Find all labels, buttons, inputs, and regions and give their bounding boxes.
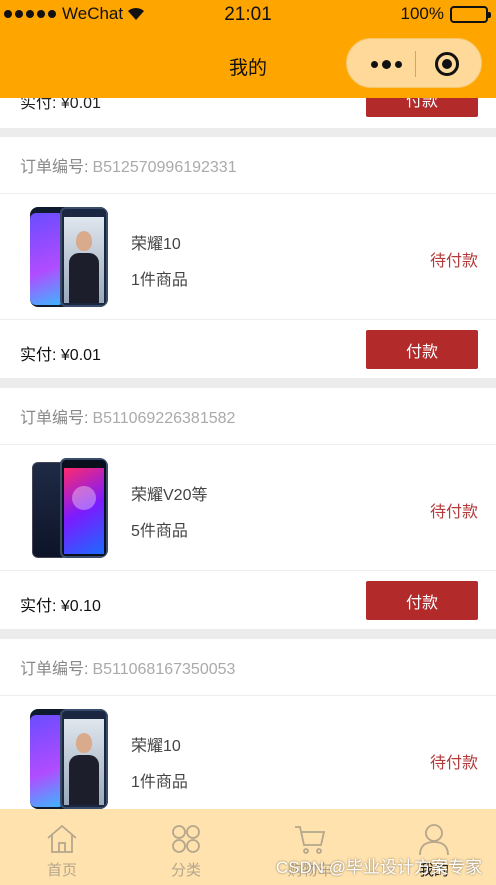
home-icon [47,824,77,853]
order-footer: 实付: ¥0.01 付款 [0,320,496,378]
goods-name: 荣耀10 [131,738,181,755]
order-status: 待付款 [429,755,478,772]
goods-row[interactable]: 荣耀10 1件商品 待付款 [0,696,496,822]
watermark: CSDN @毕业设计方案专家 [275,858,482,877]
more-icon[interactable] [365,54,407,74]
order-number-row: 订单编号: B511068167350053 [20,655,235,679]
paid-amount: 实付: ¥0.01 [20,347,101,364]
battery-group: 100% [400,4,491,24]
pay-button[interactable]: 付款 [366,330,478,369]
order-list[interactable]: 实付: ¥0.01 付款 订单编号: B512570996192331 荣耀10 … [0,0,496,885]
battery-percent: 100% [400,4,444,23]
order-card[interactable]: 订单编号: B511069226381582 荣耀V20等 5件商品 待付款 实付… [0,388,496,629]
tab-label: 首页 [46,862,77,879]
goods-count: 1件商品 [131,774,188,791]
product-image [30,709,108,809]
category-icon [172,825,200,853]
order-card[interactable]: 订单编号: B512570996192331 荣耀10 1件商品 待付款 实付: … [0,137,496,378]
goods-row[interactable]: 荣耀10 1件商品 待付款 [0,194,496,320]
goods-name: 荣耀V20等 [131,487,208,504]
order-number-label: 订单编号: [20,661,89,678]
mini-program-capsule [346,38,482,88]
order-number: B511068167350053 [92,661,236,678]
close-target-icon[interactable] [435,52,459,76]
app: WeChat 21:01 100% 我的 实付: ¥0.01 付款 订单编号: … [0,0,496,885]
order-number-label: 订单编号: [20,410,89,427]
status-bar: WeChat 21:01 100% [0,0,496,30]
order-number-row: 订单编号: B511069226381582 [20,404,235,428]
goods-name: 荣耀10 [131,236,181,253]
order-status: 待付款 [429,504,478,521]
cart-icon [295,826,326,854]
goods-row[interactable]: 荣耀V20等 5件商品 待付款 [0,445,496,571]
battery-icon [450,5,491,23]
capsule-divider [415,51,416,77]
order-number: B512570996192331 [92,159,237,176]
tab-label: 分类 [170,862,201,879]
product-image [30,458,108,558]
tab-category[interactable]: 分类 [124,809,248,885]
tab-home[interactable]: 首页 [0,809,124,885]
goods-count: 1件商品 [131,272,188,289]
user-icon [419,824,449,856]
product-image [30,207,108,307]
order-footer: 实付: ¥0.10 付款 [0,571,496,629]
header: WeChat 21:01 100% 我的 [0,0,496,98]
order-number: B511069226381582 [92,410,236,427]
paid-amount: 实付: ¥0.10 [20,598,101,615]
order-number-row: 订单编号: B512570996192331 [20,153,237,177]
pay-button[interactable]: 付款 [366,581,478,620]
goods-count: 5件商品 [131,523,188,540]
order-status: 待付款 [429,253,478,270]
order-number-label: 订单编号: [20,159,89,176]
